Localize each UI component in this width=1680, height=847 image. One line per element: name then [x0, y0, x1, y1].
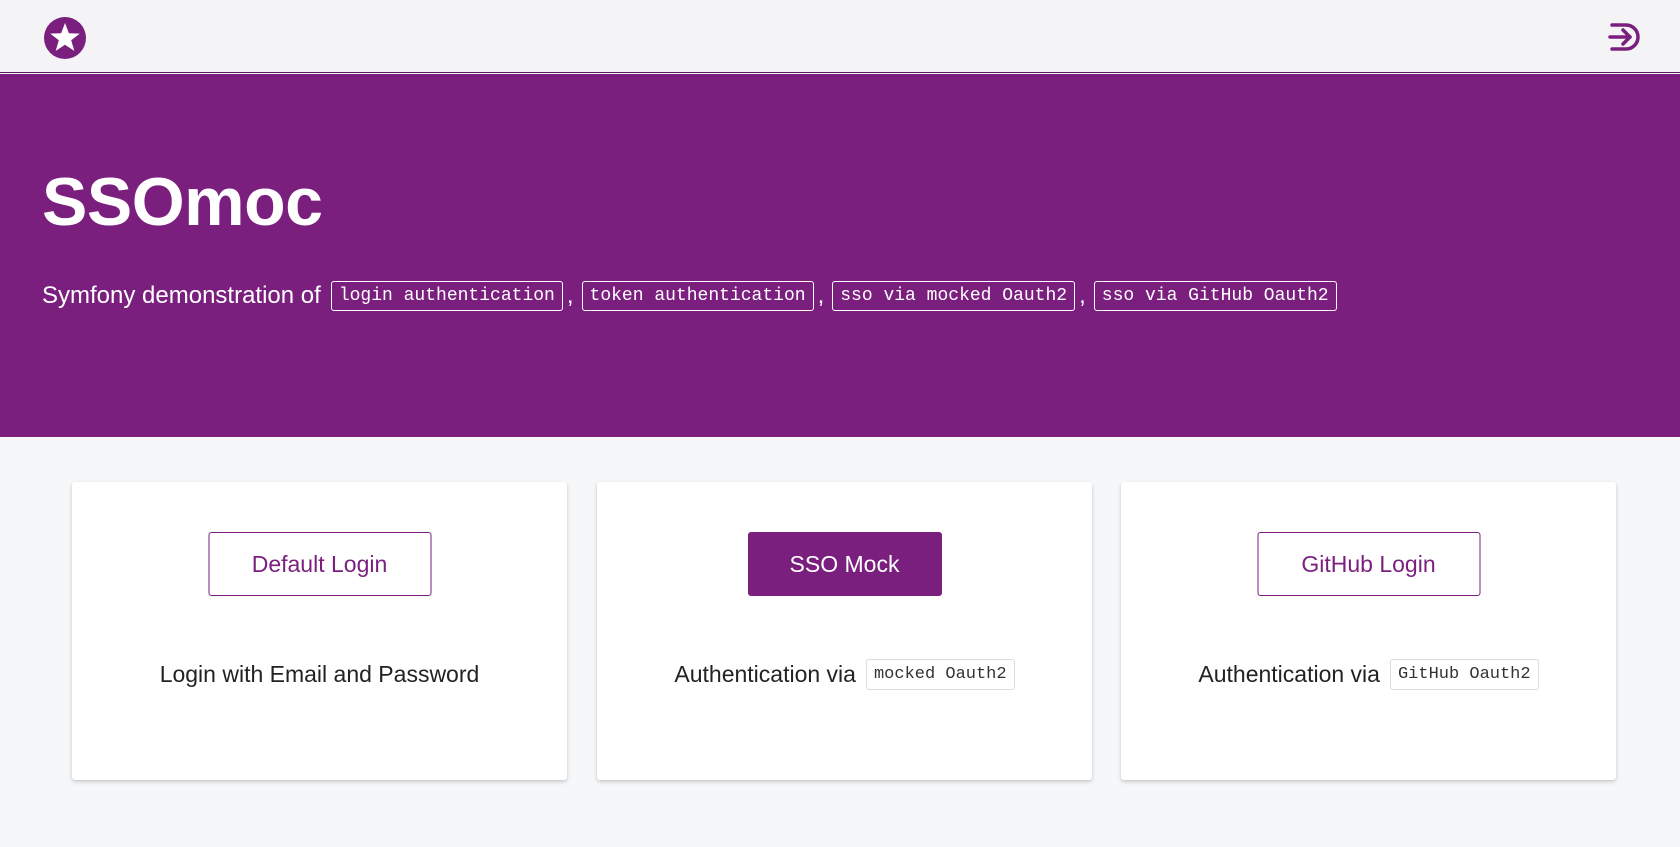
card-description: Login with Email and Password — [72, 656, 567, 692]
top-navbar — [0, 0, 1680, 73]
feature-code-token-authentication: token authentication — [581, 281, 814, 311]
feature-separator: , — [1079, 282, 1086, 309]
feature-code-sso-github-oauth2: sso via GitHub Oauth2 — [1093, 281, 1337, 311]
feature-code-login-authentication: login authentication — [330, 281, 563, 311]
feature-separator: , — [817, 282, 825, 309]
sso-mock-button[interactable]: SSO Mock — [747, 532, 942, 596]
github-login-button[interactable]: GitHub Login — [1257, 532, 1480, 596]
login-options: Default Login Login with Email and Passw… — [72, 482, 1618, 780]
card-code-mocked-oauth2: mocked Oauth2 — [865, 658, 1015, 690]
subtitle-lead: Symfony demonstration of — [42, 282, 321, 309]
card-description: Authentication via mocked Oauth2 — [597, 656, 1092, 692]
card-description: Authentication via GitHub Oauth2 — [1121, 656, 1616, 692]
feature-code-sso-mocked-oauth2: sso via mocked Oauth2 — [832, 281, 1076, 311]
card-description-text: Login with Email and Password — [159, 660, 480, 687]
page-title: SSOmoc — [42, 164, 323, 240]
hero-subtitle: Symfony demonstration of login authentic… — [42, 278, 1337, 314]
card-description-text: Authentication via — [674, 660, 856, 687]
default-login-button[interactable]: Default Login — [208, 532, 431, 596]
card-code-github-oauth2: GitHub Oauth2 — [1389, 658, 1539, 690]
hero-banner: SSOmoc Symfony demonstration of login au… — [0, 74, 1680, 437]
star-logo-icon[interactable] — [43, 16, 87, 60]
sso-mock-card: SSO Mock Authentication via mocked Oauth… — [597, 482, 1092, 780]
github-login-card: GitHub Login Authentication via GitHub O… — [1121, 482, 1616, 780]
feature-separator: , — [566, 282, 574, 309]
default-login-card: Default Login Login with Email and Passw… — [72, 482, 567, 780]
card-description-text: Authentication via — [1198, 660, 1380, 687]
logout-icon[interactable] — [1606, 18, 1644, 56]
